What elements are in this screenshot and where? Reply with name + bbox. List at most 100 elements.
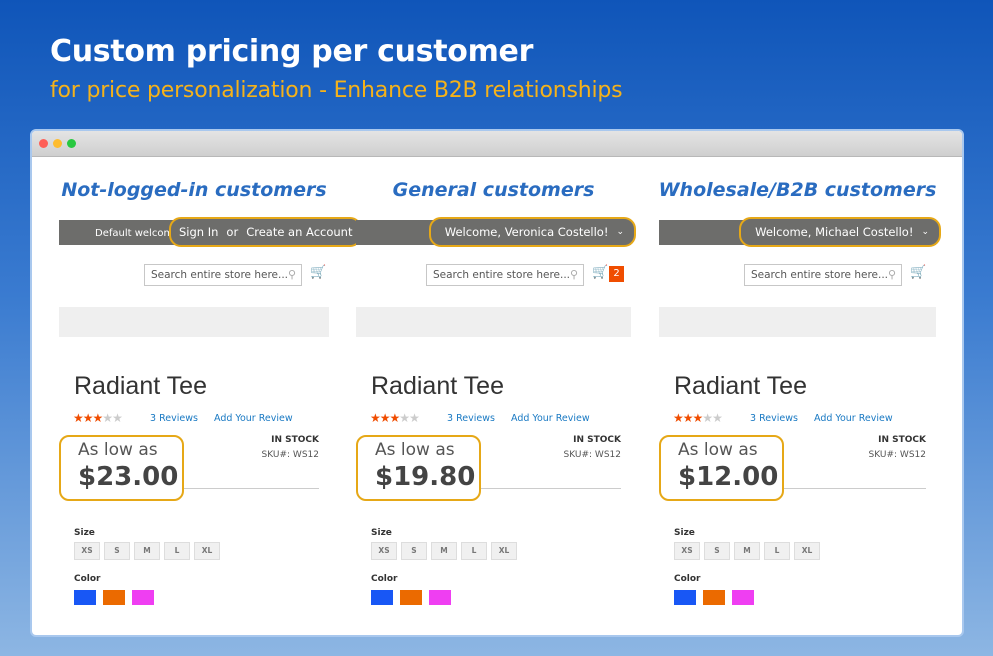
stock-status: IN STOCK <box>271 435 319 445</box>
add-review-link[interactable]: Add Your Review <box>214 413 293 424</box>
size-option[interactable]: XS <box>74 542 100 560</box>
sku: SKU#: WS12 <box>868 450 926 460</box>
size-option[interactable]: S <box>104 542 130 560</box>
divider <box>179 488 319 489</box>
size-option[interactable]: XS <box>371 542 397 560</box>
size-option[interactable]: S <box>704 542 730 560</box>
color-swatch[interactable] <box>371 590 393 605</box>
cart-icon[interactable]: 🛒 <box>910 265 926 280</box>
maximize-dot-icon[interactable] <box>67 139 76 148</box>
size-option[interactable]: XL <box>194 542 220 560</box>
color-swatch[interactable] <box>103 590 125 605</box>
close-dot-icon[interactable] <box>39 139 48 148</box>
size-option[interactable]: M <box>134 542 160 560</box>
sku: SKU#: WS12 <box>563 450 621 460</box>
color-label: Color <box>371 574 398 584</box>
size-option[interactable]: L <box>764 542 790 560</box>
add-review-link[interactable]: Add Your Review <box>511 413 590 424</box>
search-input[interactable]: Search entire store here... ⚲ <box>426 264 584 286</box>
star-icon: ★ <box>82 411 94 425</box>
reviews-link[interactable]: 3 Reviews <box>750 413 798 424</box>
search-placeholder: Search entire store here... <box>151 269 289 281</box>
search-input[interactable]: Search entire store here... ⚲ <box>744 264 902 286</box>
color-swatch[interactable] <box>674 590 696 605</box>
size-option[interactable]: M <box>734 542 760 560</box>
cart-icon[interactable]: 🛒 <box>592 265 608 280</box>
stock-status: IN STOCK <box>573 435 621 445</box>
as-low-as-label: As low as <box>78 440 158 460</box>
column-heading: Not-logged-in customers <box>61 179 327 201</box>
welcome-text: Welcome, Veronica Costello! <box>444 225 609 239</box>
as-low-as-label: As low as <box>678 440 758 460</box>
minimize-dot-icon[interactable] <box>53 139 62 148</box>
star-icon: ★ <box>370 411 381 425</box>
price: $12.00 <box>678 462 779 492</box>
size-option[interactable]: XL <box>794 542 820 560</box>
color-label: Color <box>674 574 701 584</box>
size-options: XS S M L XL <box>74 542 220 560</box>
price-box: As low as $19.80 <box>356 435 481 501</box>
star-icon: ★ <box>712 411 723 425</box>
color-swatch[interactable] <box>132 590 154 605</box>
header-bar: Welcome, Michael Costello! ⌄ <box>659 217 941 247</box>
rating-stars: ★★★★★ <box>673 411 723 425</box>
star-icon: ★ <box>399 411 410 425</box>
cart-icon[interactable]: 🛒 <box>310 265 326 280</box>
rating-stars: ★★★★★ <box>73 411 123 425</box>
customer-menu[interactable]: Welcome, Veronica Costello! ⌄ <box>428 217 636 247</box>
reviews-link[interactable]: 3 Reviews <box>447 413 495 424</box>
star-icon: ★ <box>102 411 113 425</box>
search-placeholder: Search entire store here... <box>433 269 571 281</box>
color-swatch[interactable] <box>429 590 451 605</box>
store-panel: Welcome, Veronica Costello! ⌄ Search enti… <box>356 217 636 620</box>
color-swatch[interactable] <box>74 590 96 605</box>
size-label: Size <box>674 528 695 538</box>
size-option[interactable]: XL <box>491 542 517 560</box>
color-swatch[interactable] <box>400 590 422 605</box>
column-heading: General customers <box>392 179 595 201</box>
size-option[interactable]: M <box>431 542 457 560</box>
sku: SKU#: WS12 <box>261 450 319 460</box>
search-icon[interactable]: ⚲ <box>888 268 896 281</box>
color-swatch[interactable] <box>732 590 754 605</box>
star-icon: ★ <box>112 411 123 425</box>
star-icon: ★ <box>673 411 684 425</box>
cart-count-badge: 2 <box>609 266 624 282</box>
divider <box>779 488 926 489</box>
product-title: Radiant Tee <box>74 372 207 400</box>
subheadline: for price personalization - Enhance B2B … <box>50 78 623 103</box>
color-swatch[interactable] <box>703 590 725 605</box>
nav-strip <box>659 307 936 337</box>
chevron-down-icon: ⌄ <box>616 227 624 237</box>
search-icon[interactable]: ⚲ <box>570 268 578 281</box>
nav-strip <box>356 307 631 337</box>
star-icon: ★ <box>73 411 84 425</box>
nav-strip <box>59 307 329 337</box>
store-panel: Default welcome r Sign In or Create an Acc… <box>59 217 363 620</box>
window-titlebar <box>32 131 962 157</box>
size-options: XS S M L XL <box>371 542 517 560</box>
browser-window: Not-logged-in customers Default welcome r… <box>30 129 964 637</box>
auth-links: Sign In or Create an Account <box>169 217 363 247</box>
color-options <box>371 590 451 605</box>
search-icon[interactable]: ⚲ <box>288 268 296 281</box>
product-title: Radiant Tee <box>371 372 504 400</box>
star-icon: ★ <box>682 411 694 425</box>
stock-status: IN STOCK <box>878 435 926 445</box>
color-label: Color <box>74 574 101 584</box>
customer-menu[interactable]: Welcome, Michael Costello! ⌄ <box>739 217 941 247</box>
header-bar: Default welcome r Sign In or Create an Acc… <box>59 217 363 247</box>
rating-stars: ★★★★★ <box>370 411 420 425</box>
size-option[interactable]: XS <box>674 542 700 560</box>
create-account-link[interactable]: Create an Account <box>246 225 352 239</box>
welcome-text: Welcome, Michael Costello! <box>755 225 914 239</box>
search-input[interactable]: Search entire store here... ⚲ <box>144 264 302 286</box>
reviews-link[interactable]: 3 Reviews <box>150 413 198 424</box>
add-review-link[interactable]: Add Your Review <box>814 413 893 424</box>
size-option[interactable]: L <box>164 542 190 560</box>
sign-in-link[interactable]: Sign In <box>179 225 218 239</box>
star-icon: ★ <box>409 411 420 425</box>
headline: Custom pricing per customer <box>50 34 534 69</box>
size-option[interactable]: S <box>401 542 427 560</box>
size-option[interactable]: L <box>461 542 487 560</box>
